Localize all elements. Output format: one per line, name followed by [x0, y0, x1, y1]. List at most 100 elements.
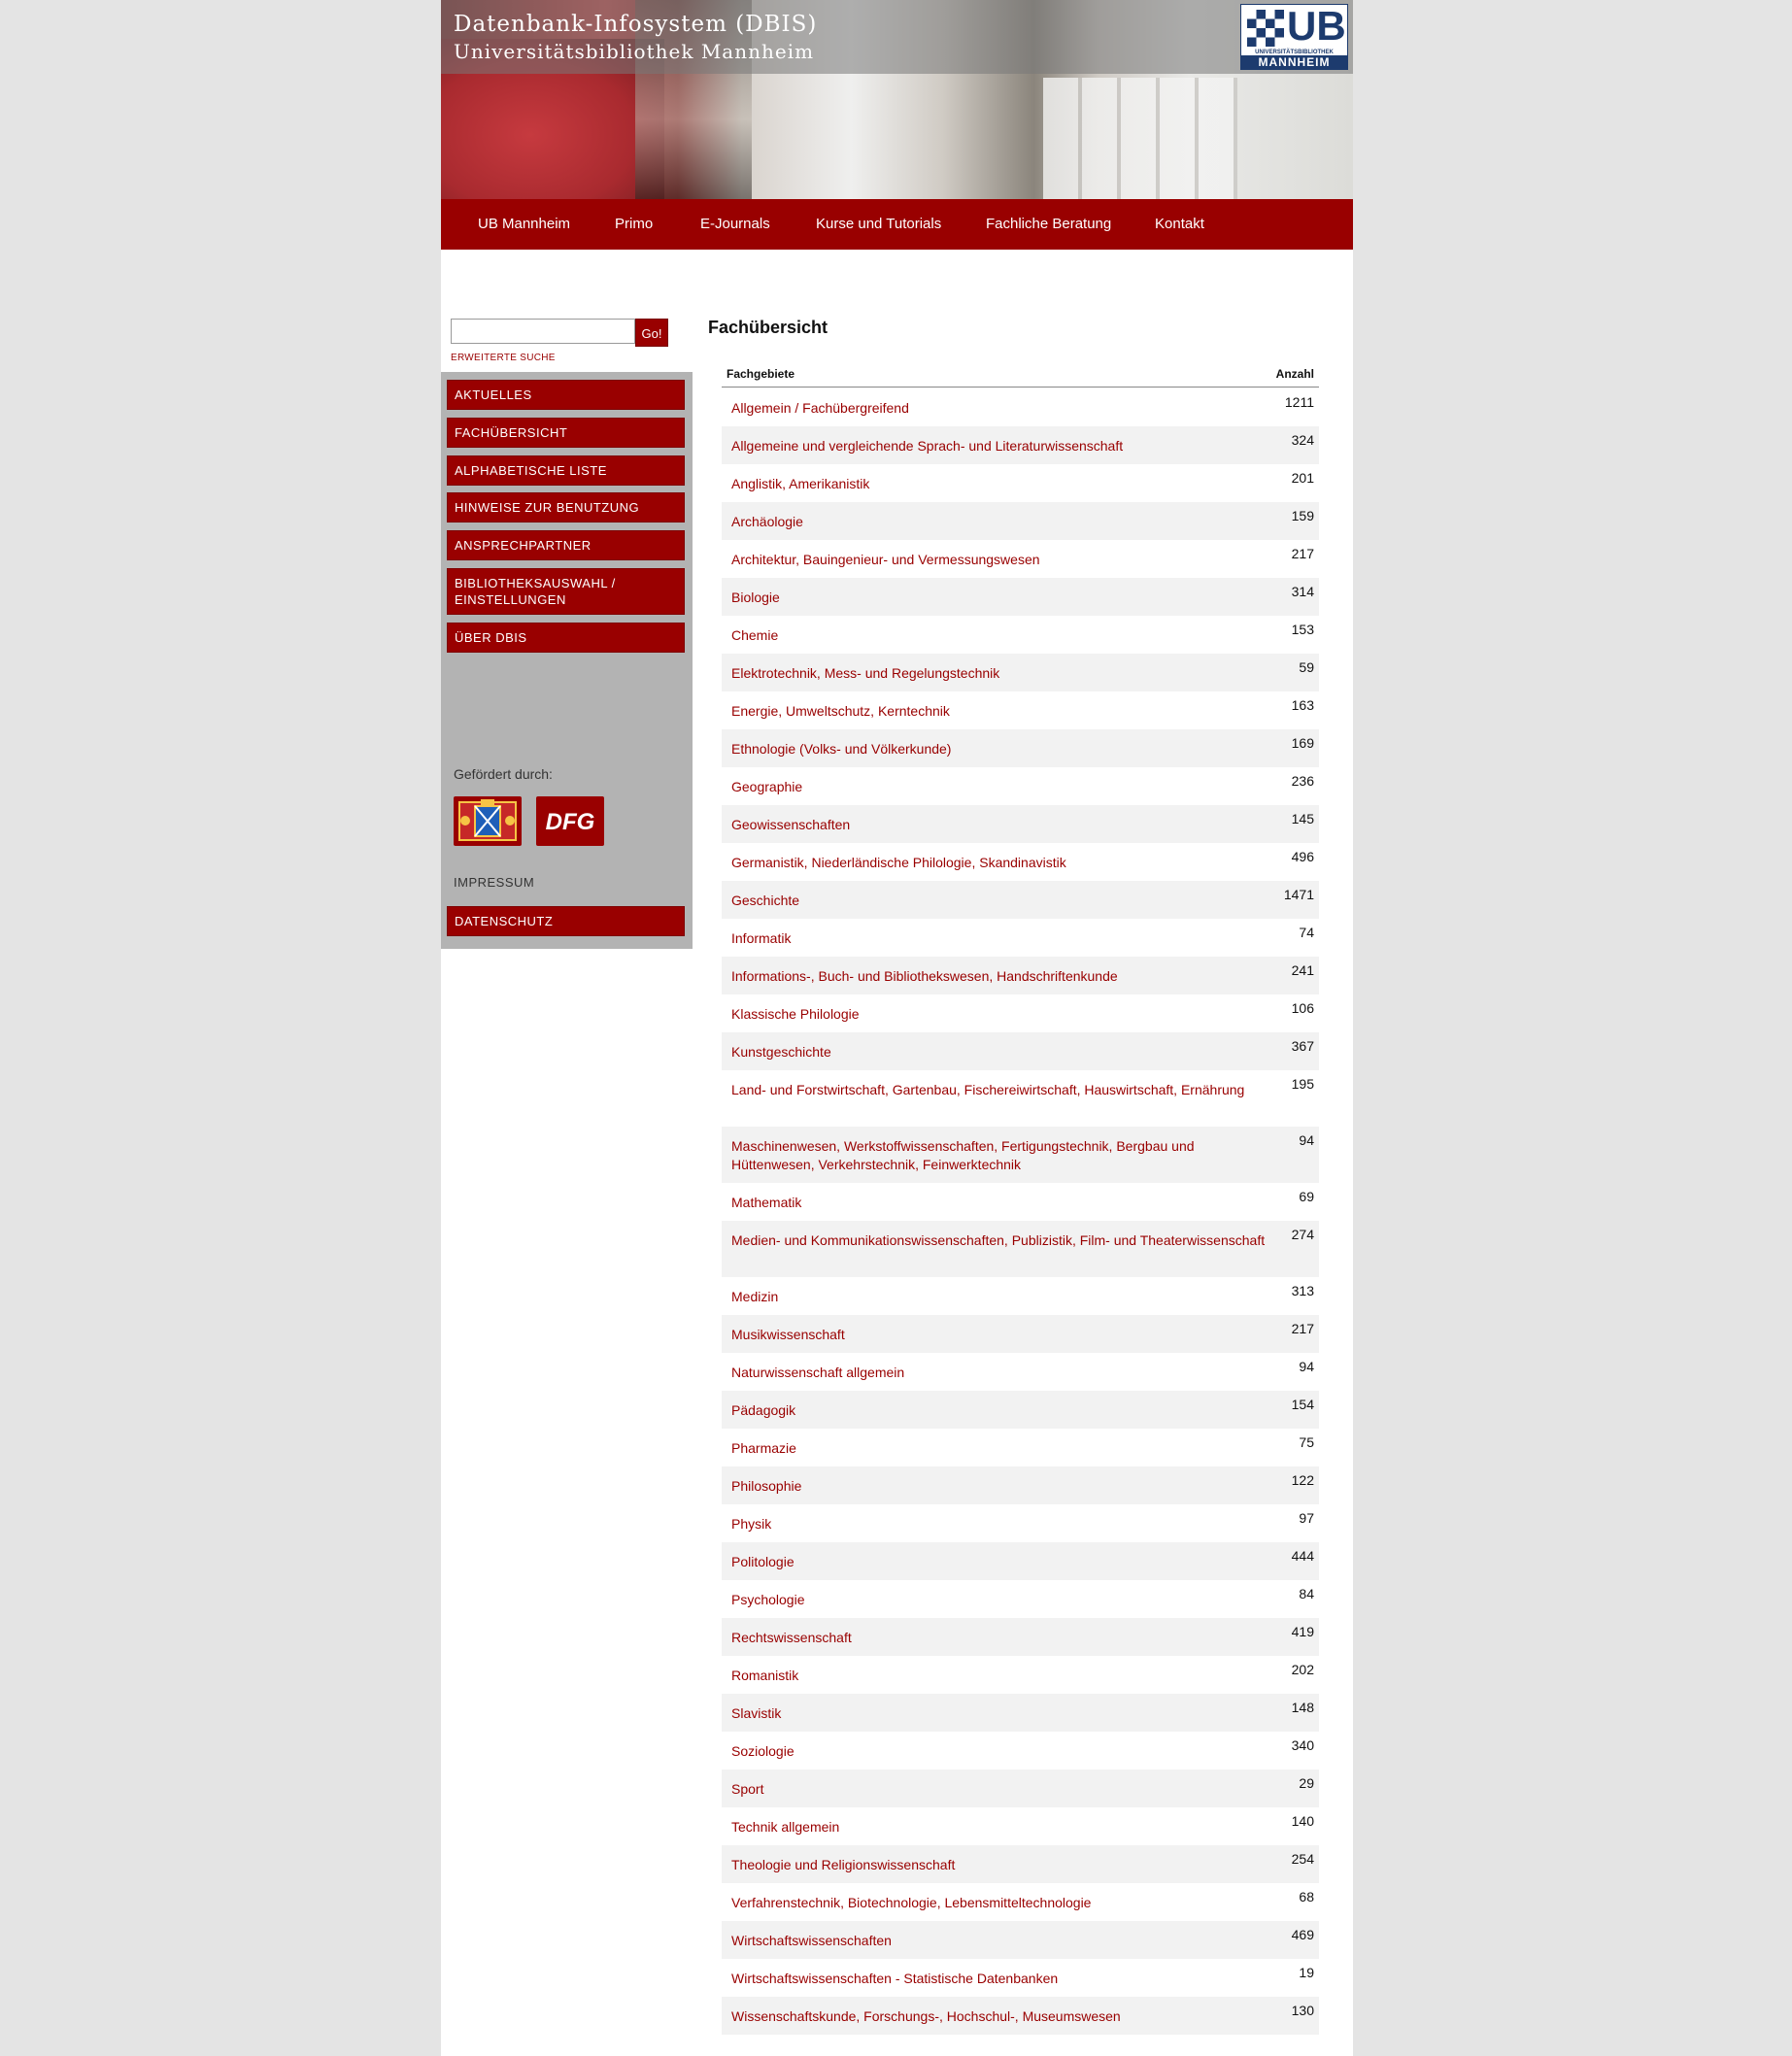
subject-link[interactable]: Informatik: [731, 929, 1275, 948]
sidebar-item-alphabetische-liste[interactable]: ALPHABETISCHE LISTE: [447, 455, 685, 486]
table-row: Archäologie 159: [722, 502, 1319, 540]
page: Datenbank-Infosystem (DBIS) Universitäts…: [441, 0, 1353, 2056]
table-row: Wirtschaftswissenschaften 469: [722, 1921, 1319, 1959]
subject-link[interactable]: Allgemein / Fachübergreifend: [731, 399, 1275, 418]
subject-link[interactable]: Theologie und Religionswissenschaft: [731, 1856, 1275, 1874]
subject-count: 254: [1291, 1851, 1314, 1867]
dfg-text: DFG: [546, 809, 595, 835]
subject-link[interactable]: Politologie: [731, 1553, 1275, 1571]
table-row: Architektur, Bauingenieur- und Vermessun…: [722, 540, 1319, 578]
table-row: Geographie 236: [722, 767, 1319, 805]
subject-count: 201: [1291, 470, 1314, 486]
subject-link[interactable]: Archäologie: [731, 513, 1275, 531]
subject-link[interactable]: Geographie: [731, 778, 1275, 796]
sidebar: Go! ERWEITERTE SUCHE AKTUELLES FACHÜBERS…: [441, 250, 693, 949]
subject-link[interactable]: Maschinenwesen, Werkstoffwissenschaften,…: [731, 1137, 1275, 1174]
search-input[interactable]: [451, 319, 635, 344]
table-row: Land- und Forstwirtschaft, Gartenbau, Fi…: [722, 1070, 1319, 1127]
nav-kurse-tutorials[interactable]: Kurse und Tutorials: [816, 199, 941, 250]
subject-link[interactable]: Geowissenschaften: [731, 816, 1275, 834]
table-row: Informatik 74: [722, 919, 1319, 957]
table-row: Romanistik 202: [722, 1656, 1319, 1694]
subject-link[interactable]: Energie, Umweltschutz, Kerntechnik: [731, 702, 1275, 721]
nav-ub-mannheim[interactable]: UB Mannheim: [478, 199, 570, 250]
sidebar-item-ueber-dbis[interactable]: ÜBER DBIS: [447, 623, 685, 653]
subject-link[interactable]: Physik: [731, 1515, 1275, 1534]
table-row: Geschichte 1471: [722, 881, 1319, 919]
table-row: Maschinenwesen, Werkstoffwissenschaften,…: [722, 1127, 1319, 1183]
subject-count: 75: [1299, 1434, 1314, 1450]
subject-link[interactable]: Allgemeine und vergleichende Sprach- und…: [731, 437, 1275, 455]
site-title: Datenbank-Infosystem (DBIS): [454, 12, 818, 37]
subject-link[interactable]: Pädagogik: [731, 1401, 1275, 1420]
subject-count: 74: [1299, 925, 1314, 940]
ub-mannheim-logo[interactable]: UB UNIVERSITÄTSBIBLIOTHEK MANNHEIM: [1240, 3, 1348, 70]
subject-link[interactable]: Informations-, Buch- und Bibliothekswese…: [731, 967, 1275, 986]
subject-link[interactable]: Geschichte: [731, 892, 1275, 910]
column-header-anzahl: Anzahl: [1275, 367, 1314, 381]
subject-link[interactable]: Technik allgemein: [731, 1818, 1275, 1837]
subject-link[interactable]: Kunstgeschichte: [731, 1043, 1275, 1062]
subject-count: 169: [1291, 735, 1314, 751]
subject-link[interactable]: Pharmazie: [731, 1439, 1275, 1458]
sidebar-item-aktuelles[interactable]: AKTUELLES: [447, 380, 685, 410]
table-header: Fachgebiete Anzahl: [722, 367, 1319, 388]
subject-count: 94: [1299, 1359, 1314, 1374]
subject-link[interactable]: Anglistik, Amerikanistik: [731, 475, 1275, 493]
nav-e-journals[interactable]: E-Journals: [700, 199, 770, 250]
table-row: Ethnologie (Volks- und Völkerkunde) 169: [722, 729, 1319, 767]
subject-link[interactable]: Ethnologie (Volks- und Völkerkunde): [731, 740, 1275, 758]
subject-link[interactable]: Wirtschaftswissenschaften - Statistische…: [731, 1970, 1275, 1988]
subject-link[interactable]: Mathematik: [731, 1194, 1275, 1212]
table-row: Informations-, Buch- und Bibliothekswese…: [722, 957, 1319, 994]
sidebar-item-ansprechpartner[interactable]: ANSPRECHPARTNER: [447, 530, 685, 560]
subject-link[interactable]: Medizin: [731, 1288, 1275, 1306]
sidebar-item-bibliotheksauswahl[interactable]: BIBLIOTHEKSAUSWAHL / EINSTELLUNGEN: [447, 568, 685, 615]
subject-link[interactable]: Philosophie: [731, 1477, 1275, 1496]
table-row: Chemie 153: [722, 616, 1319, 654]
subject-link[interactable]: Wissenschaftskunde, Forschungs-, Hochsch…: [731, 2007, 1275, 2026]
table-row: Germanistik, Niederländische Philologie,…: [722, 843, 1319, 881]
subject-count: 148: [1291, 1700, 1314, 1715]
header-titlebar: Datenbank-Infosystem (DBIS) Universitäts…: [441, 0, 1353, 74]
subject-link[interactable]: Verfahrenstechnik, Biotechnologie, Leben…: [731, 1894, 1275, 1912]
subject-link[interactable]: Romanistik: [731, 1667, 1275, 1685]
subject-link[interactable]: Slavistik: [731, 1704, 1275, 1723]
nav-kontakt[interactable]: Kontakt: [1155, 199, 1204, 250]
subject-count: 314: [1291, 584, 1314, 599]
table-row: Musikwissenschaft 217: [722, 1315, 1319, 1353]
table-row: Sport 29: [722, 1770, 1319, 1807]
subject-link[interactable]: Medien- und Kommunikationswissenschaften…: [731, 1231, 1275, 1250]
advanced-search-link[interactable]: ERWEITERTE SUCHE: [451, 353, 556, 363]
subject-link[interactable]: Wirtschaftswissenschaften: [731, 1932, 1275, 1950]
table-row: Psychologie 84: [722, 1580, 1319, 1618]
table-row: Rechtswissenschaft 419: [722, 1618, 1319, 1656]
subject-link[interactable]: Germanistik, Niederländische Philologie,…: [731, 854, 1275, 872]
subject-link[interactable]: Klassische Philologie: [731, 1005, 1275, 1024]
dfg-logo[interactable]: DFG: [536, 796, 604, 846]
subject-link[interactable]: Elektrotechnik, Mess- und Regelungstechn…: [731, 664, 1275, 683]
subject-link[interactable]: Sport: [731, 1780, 1275, 1799]
subject-link[interactable]: Architektur, Bauingenieur- und Vermessun…: [731, 551, 1275, 569]
go-button[interactable]: Go!: [635, 319, 668, 347]
page-title: Fachübersicht: [708, 318, 828, 337]
nav-primo[interactable]: Primo: [615, 199, 653, 250]
subject-link[interactable]: Naturwissenschaft allgemein: [731, 1364, 1275, 1382]
subject-link[interactable]: Musikwissenschaft: [731, 1326, 1275, 1344]
bavaria-coat-of-arms-logo[interactable]: [454, 796, 522, 846]
subject-link[interactable]: Land- und Forstwirtschaft, Gartenbau, Fi…: [731, 1081, 1275, 1099]
table-row: Pädagogik 154: [722, 1391, 1319, 1429]
sidebar-item-fachuebersicht[interactable]: FACHÜBERSICHT: [447, 418, 685, 448]
top-navigation: UB Mannheim Primo E-Journals Kurse und T…: [441, 199, 1353, 250]
subject-count: 444: [1291, 1548, 1314, 1564]
subject-link[interactable]: Rechtswissenschaft: [731, 1629, 1275, 1647]
subject-link[interactable]: Biologie: [731, 589, 1275, 607]
subject-link[interactable]: Psychologie: [731, 1591, 1275, 1609]
subject-link[interactable]: Soziologie: [731, 1742, 1275, 1761]
impressum-link[interactable]: IMPRESSUM: [454, 875, 534, 890]
sidebar-item-hinweise[interactable]: HINWEISE ZUR BENUTZUNG: [447, 492, 685, 522]
nav-fachliche-beratung[interactable]: Fachliche Beratung: [986, 199, 1111, 250]
subject-link[interactable]: Chemie: [731, 626, 1275, 645]
subject-count: 496: [1291, 849, 1314, 864]
sidebar-item-datenschutz[interactable]: DATENSCHUTZ: [447, 906, 685, 936]
